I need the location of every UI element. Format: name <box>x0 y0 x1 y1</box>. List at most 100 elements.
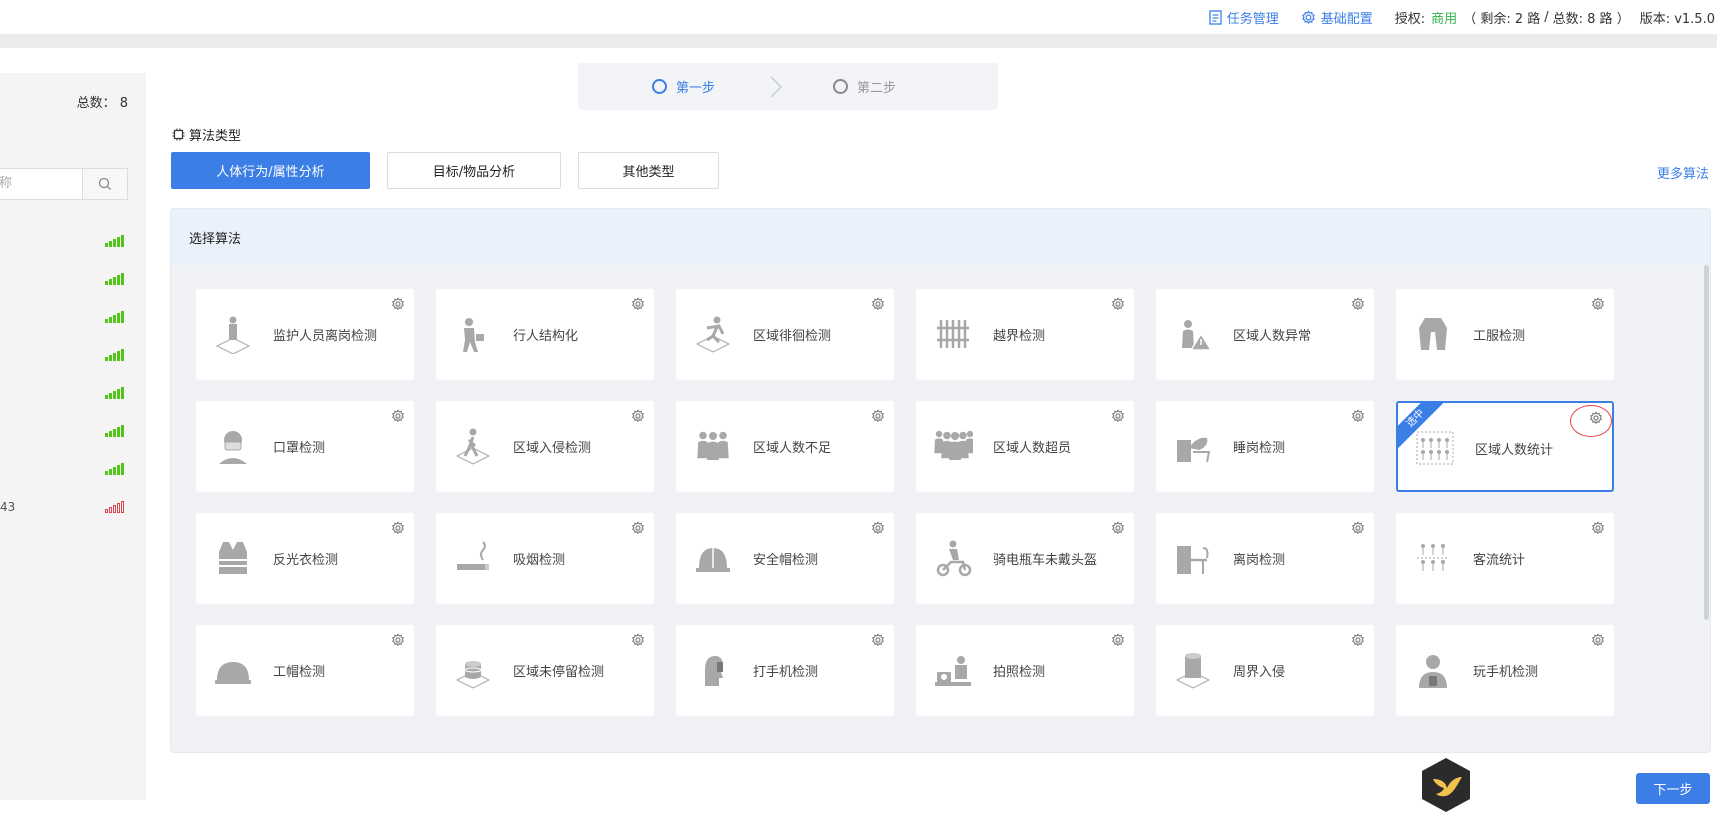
settings-gear-icon[interactable] <box>631 521 645 535</box>
settings-gear-icon[interactable] <box>631 633 645 647</box>
signal-strength-icon <box>105 501 124 513</box>
settings-gear-icon[interactable] <box>1591 521 1605 535</box>
device-row[interactable] <box>0 232 146 252</box>
algorithm-name: 区域人数超员 <box>993 441 1072 456</box>
empty-desk-icon <box>1173 538 1213 578</box>
algorithm-card[interactable]: 离岗检测 <box>1156 513 1374 604</box>
algorithm-card[interactable]: 工服检测 <box>1396 289 1614 380</box>
algorithm-name: 骑电瓶车未戴头盔 <box>993 553 1098 568</box>
search-button[interactable] <box>82 168 128 200</box>
algorithm-card[interactable]: 骑电瓶车未戴头盔 <box>916 513 1134 604</box>
settings-gear-icon[interactable] <box>1111 521 1125 535</box>
flow-count-icon <box>1413 538 1453 578</box>
algorithm-card[interactable]: 玩手机检测 <box>1396 625 1614 716</box>
settings-gear-icon[interactable] <box>631 297 645 311</box>
signal-strength-icon <box>105 463 124 475</box>
task-management-link[interactable]: 任务管理 <box>1209 8 1279 27</box>
settings-gear-icon[interactable] <box>391 297 405 311</box>
algorithm-name: 离岗检测 <box>1233 553 1286 568</box>
device-row[interactable] <box>0 346 146 366</box>
settings-gear-icon[interactable] <box>1111 297 1125 311</box>
algorithm-card[interactable]: 监护人员离岗检测 <box>196 289 414 380</box>
settings-gear-icon[interactable] <box>1591 633 1605 647</box>
document-icon <box>1209 9 1222 25</box>
algorithm-card[interactable]: 区域人数不足 <box>676 401 894 492</box>
tab-object-analysis[interactable]: 目标/物品分析 <box>387 152 561 189</box>
device-row[interactable] <box>0 460 146 480</box>
task-management-label: 任务管理 <box>1226 11 1279 27</box>
device-row[interactable] <box>0 384 146 404</box>
settings-gear-icon[interactable] <box>871 633 885 647</box>
license-type: 商用 <box>1431 11 1458 27</box>
tab-other-types[interactable]: 其他类型 <box>578 152 719 189</box>
settings-gear-icon[interactable] <box>1351 409 1365 423</box>
algorithm-card[interactable]: 越界检测 <box>916 289 1134 380</box>
work-cap-icon <box>213 650 253 690</box>
algorithm-card[interactable]: 睡岗检测 <box>1156 401 1374 492</box>
algorithm-card[interactable]: 区域人数超员 <box>916 401 1134 492</box>
panel-scrollbar[interactable] <box>1704 265 1709 620</box>
device-row[interactable] <box>0 308 146 328</box>
signal-strength-icon <box>105 349 124 361</box>
algorithm-card[interactable]: 区域徘徊检测 <box>676 289 894 380</box>
vest-icon <box>213 538 253 578</box>
settings-gear-icon[interactable] <box>1351 521 1365 535</box>
algorithm-name: 安全帽检测 <box>753 553 819 568</box>
panel-title: 选择算法 <box>189 231 242 247</box>
algorithm-card[interactable]: 区域人数统计 选中 <box>1396 401 1614 492</box>
settings-gear-icon[interactable] <box>391 409 405 423</box>
guard-person-icon <box>213 314 253 354</box>
settings-gear-icon[interactable] <box>1351 297 1365 311</box>
algorithm-name: 监护人员离岗检测 <box>273 329 378 344</box>
algorithm-card[interactable]: 区域未停留检测 <box>436 625 654 716</box>
algorithm-card[interactable]: 拍照检测 <box>916 625 1134 716</box>
algorithm-card[interactable]: 周界入侵 <box>1156 625 1374 716</box>
algorithm-name: 行人结构化 <box>513 329 579 344</box>
settings-gear-icon[interactable] <box>1111 409 1125 423</box>
signal-strength-icon <box>105 425 124 437</box>
settings-gear-icon[interactable] <box>631 409 645 423</box>
algorithm-name: 工服检测 <box>1473 329 1526 344</box>
settings-gear-icon[interactable] <box>391 521 405 535</box>
device-row[interactable]: 43 <box>0 498 146 518</box>
next-step-button[interactable]: 下一步 <box>1636 773 1710 804</box>
algorithm-card[interactable]: 反光衣检测 <box>196 513 414 604</box>
algorithm-card[interactable]: 工帽检测 <box>196 625 414 716</box>
device-name: 43 <box>0 500 16 514</box>
algorithm-name: 口罩检测 <box>273 441 326 456</box>
signal-strength-icon <box>105 235 124 247</box>
settings-gear-icon[interactable] <box>871 297 885 311</box>
algorithm-card[interactable]: 吸烟检测 <box>436 513 654 604</box>
device-row[interactable] <box>0 422 146 442</box>
step-indicator: 第一步 第二步 <box>578 63 998 110</box>
settings-gear-icon[interactable] <box>391 633 405 647</box>
search-icon <box>98 177 111 190</box>
helmet-icon <box>693 538 733 578</box>
settings-gear-icon[interactable] <box>871 521 885 535</box>
tab-human-behavior[interactable]: 人体行为/属性分析 <box>171 152 370 189</box>
settings-gear-icon[interactable] <box>1591 297 1605 311</box>
step-one-label: 第一步 <box>676 81 716 96</box>
more-algorithms-link[interactable]: 更多算法 <box>1657 163 1709 182</box>
scooter-icon <box>933 538 973 578</box>
algorithm-card[interactable]: 打手机检测 <box>676 625 894 716</box>
algorithm-card[interactable]: 区域入侵检测 <box>436 401 654 492</box>
algorithm-card[interactable]: 行人结构化 <box>436 289 654 380</box>
settings-gear-icon[interactable] <box>1111 633 1125 647</box>
device-search-input[interactable]: 称 <box>0 168 82 200</box>
device-row[interactable] <box>0 270 146 290</box>
algorithm-name: 拍照检测 <box>993 665 1046 680</box>
algorithm-name: 客流统计 <box>1473 553 1526 568</box>
algorithm-card[interactable]: 口罩检测 <box>196 401 414 492</box>
base-config-link[interactable]: 基础配置 <box>1301 8 1373 27</box>
settings-gear-icon[interactable] <box>1351 633 1365 647</box>
selected-badge: 选中 <box>1396 401 1444 449</box>
algorithm-card[interactable]: 区域人数异常 <box>1156 289 1374 380</box>
settings-gear-icon[interactable] <box>871 409 885 423</box>
step-one-circle-icon <box>652 79 667 94</box>
algorithm-card[interactable]: 客流统计 <box>1396 513 1614 604</box>
step-two: 第二步 <box>833 77 896 96</box>
loitering-icon <box>693 314 733 354</box>
fence-icon <box>933 314 973 354</box>
algorithm-card[interactable]: 安全帽检测 <box>676 513 894 604</box>
